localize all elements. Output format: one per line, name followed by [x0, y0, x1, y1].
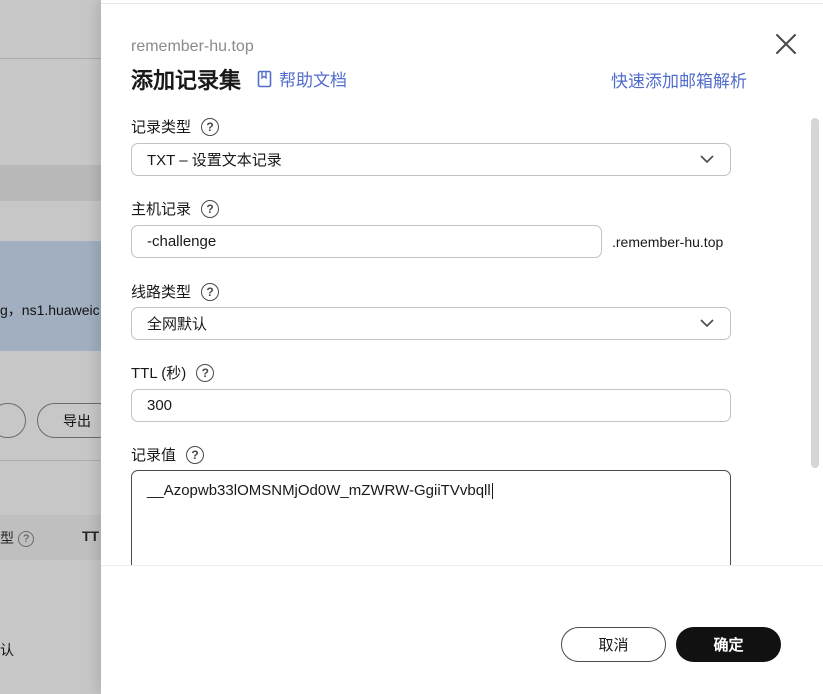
- cancel-button[interactable]: 取消: [561, 627, 666, 662]
- add-record-drawer: remember-hu.top 添加记录集 帮助文档 快速添加邮箱解析 记录类型…: [101, 0, 823, 694]
- close-button[interactable]: [773, 31, 799, 57]
- divider: [101, 3, 823, 4]
- domain-suffix: .remember-hu.top: [612, 234, 724, 250]
- question-icon[interactable]: ?: [186, 445, 205, 464]
- help-link-label: 帮助文档: [279, 71, 347, 90]
- record-type-value: TXT – 设置文本记录: [147, 152, 282, 169]
- confirm-button[interactable]: 确定: [676, 627, 781, 662]
- quick-add-mail-link[interactable]: 快速添加邮箱解析: [611, 67, 747, 92]
- chevron-down-icon: [700, 319, 714, 328]
- question-icon[interactable]: ?: [201, 199, 220, 218]
- ttl-label: TTL (秒)?: [131, 362, 215, 383]
- help-link[interactable]: 帮助文档: [257, 66, 347, 91]
- ttl-value: 300: [147, 397, 173, 414]
- drawer-title: 添加记录集: [131, 68, 242, 93]
- record-type-select[interactable]: TXT – 设置文本记录: [131, 143, 731, 176]
- record-type-label: 记录类型?: [131, 116, 220, 137]
- scrollbar[interactable]: [811, 118, 819, 468]
- question-icon[interactable]: ?: [196, 363, 215, 382]
- line-type-select[interactable]: 全网默认: [131, 307, 731, 340]
- question-icon[interactable]: ?: [201, 117, 220, 136]
- close-icon: [776, 34, 796, 54]
- drawer-footer: 取消 确定: [101, 565, 823, 694]
- chevron-down-icon: [700, 155, 714, 164]
- line-type-label: 线路类型?: [131, 281, 220, 302]
- record-value-text: __Azopwb33lOMSNMjOd0W_mZWRW-GgiiTVvbqll: [147, 482, 491, 499]
- text-caret: [491, 483, 493, 500]
- host-record-input[interactable]: -challenge: [131, 225, 602, 258]
- line-type-value: 全网默认: [147, 316, 208, 333]
- host-record-value: -challenge: [147, 233, 217, 250]
- ttl-input[interactable]: 300: [131, 389, 731, 422]
- host-record-label: 主机记录?: [131, 198, 220, 219]
- domain-name: remember-hu.top: [131, 38, 254, 55]
- question-icon[interactable]: ?: [201, 282, 220, 301]
- book-icon: [257, 70, 272, 87]
- record-value-label: 记录值?: [131, 444, 205, 465]
